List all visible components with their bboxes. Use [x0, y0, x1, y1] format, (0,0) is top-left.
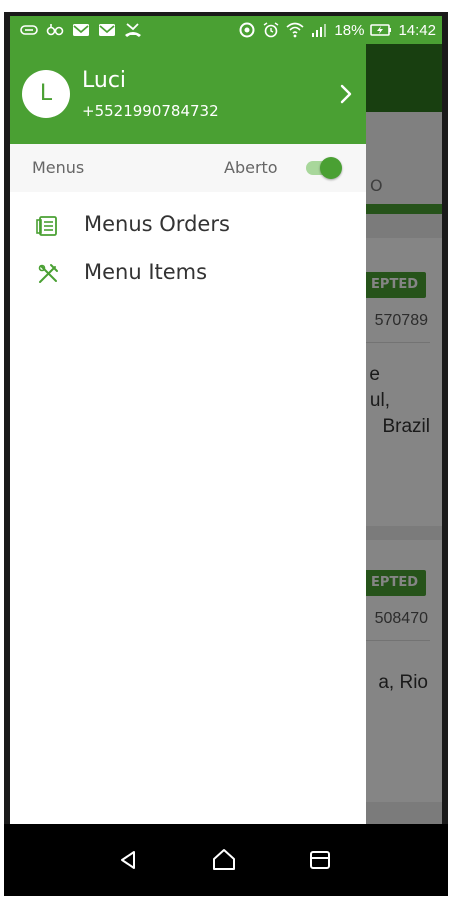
wifi-icon [286, 22, 304, 38]
section-label: Menus [32, 158, 85, 177]
open-toggle[interactable] [304, 157, 344, 179]
gmail-icon [99, 24, 115, 36]
back-icon[interactable] [114, 846, 142, 874]
avatar: L [22, 70, 70, 118]
sync-icon [239, 22, 255, 38]
recent-apps-icon[interactable] [306, 846, 334, 874]
chevron-right-icon[interactable] [334, 82, 358, 106]
missed-call-icon [125, 23, 141, 37]
user-name: Luci [82, 68, 127, 93]
home-icon[interactable] [210, 846, 238, 874]
utensils-icon [38, 264, 58, 283]
voicemail-icon [46, 24, 64, 36]
signal-icon [312, 24, 327, 37]
voicemail-icon [20, 25, 38, 35]
alarm-icon [264, 22, 279, 38]
gmail-icon [73, 24, 89, 36]
menu-item-label: Menus Orders [84, 212, 230, 236]
phone-frame: O EPTED 570789 e ul, Brazil EPTED 508470… [4, 12, 448, 896]
screen: O EPTED 570789 e ul, Brazil EPTED 508470… [10, 16, 442, 824]
system-icons: 18% 14:42 [238, 22, 436, 39]
battery-percent: 18% [334, 21, 365, 39]
orders-list-icon [36, 216, 57, 236]
menu-item-menu-items[interactable]: Menu Items [10, 250, 366, 298]
notification-icons [20, 22, 142, 38]
clock: 14:42 [398, 21, 436, 39]
status-bar: 18% 14:42 [10, 16, 442, 44]
toggle-thumb [320, 157, 342, 179]
battery-icon [370, 24, 392, 36]
menu-item-label: Menu Items [84, 260, 208, 284]
navigation-drawer: L Luci +5521990784732 Menus Aberto Menus… [10, 44, 366, 824]
toggle-label: Aberto [224, 158, 278, 177]
menu-item-menus-orders[interactable]: Menus Orders [10, 202, 366, 250]
navigation-bar [4, 824, 448, 896]
drawer-header[interactable]: L Luci +5521990784732 [10, 44, 366, 144]
menus-status-row: Menus Aberto [10, 144, 366, 192]
user-phone: +5521990784732 [82, 102, 219, 120]
